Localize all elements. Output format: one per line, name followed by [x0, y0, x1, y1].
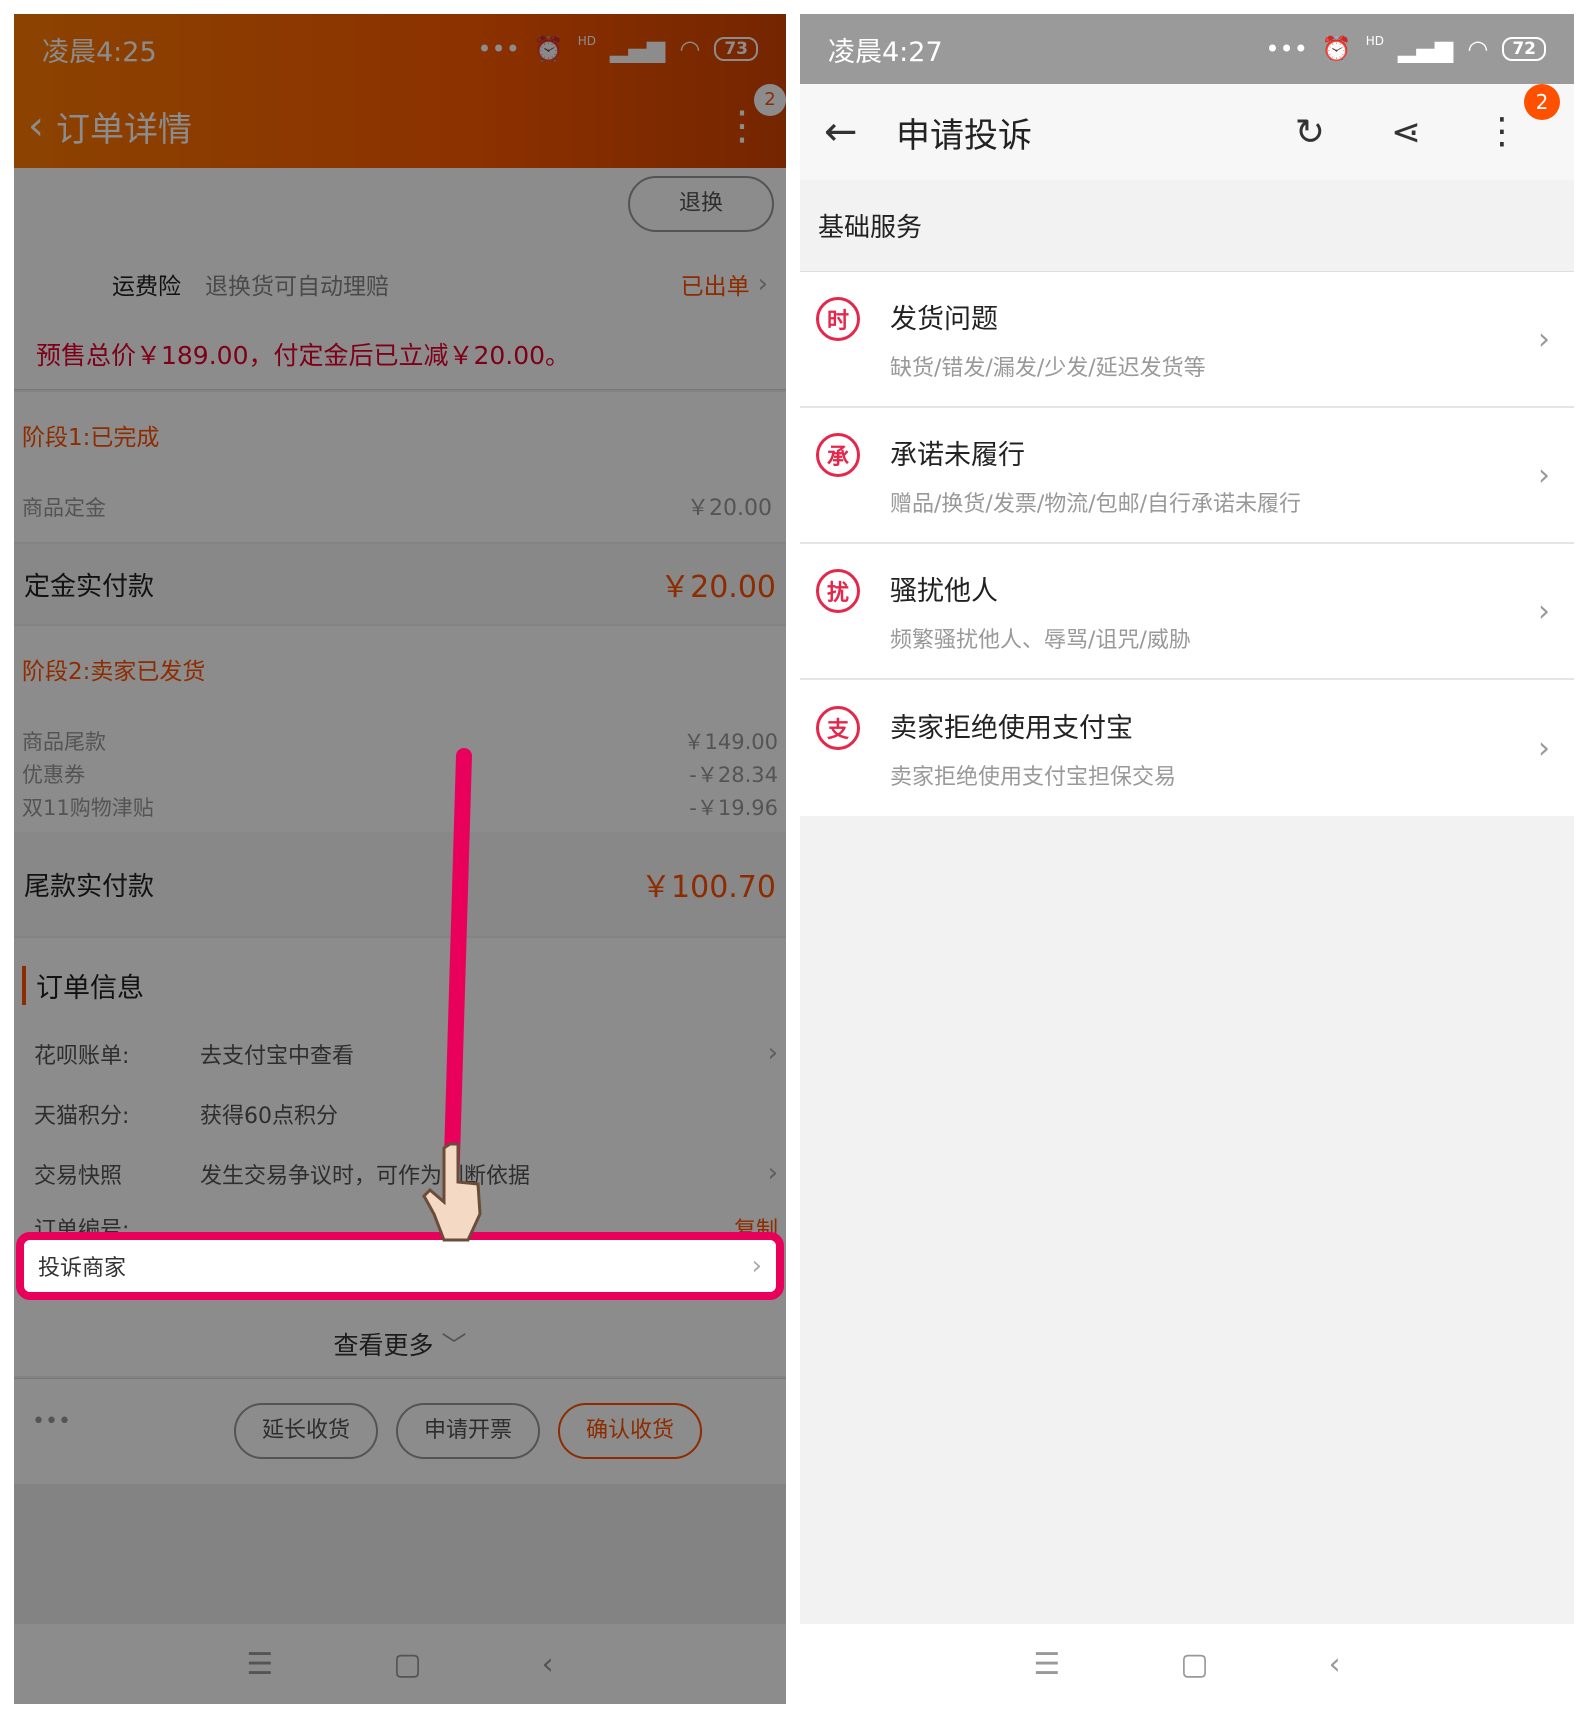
complaint-type-list: 时 发货问题 缺货/错发/漏发/少发/延迟发货等 › 承 承诺未履行 赠品/换货… [800, 272, 1574, 816]
alarm-icon: ⏰ [1321, 35, 1352, 63]
title-bar: ← 申请投诉 ↻ ⋖ ⋮ 2 [800, 84, 1574, 180]
item-desc: 缺货/错发/漏发/少发/延迟发货等 [890, 355, 1206, 381]
order-detail-screen: 凌晨4:25 ••• ⏰ HD ▂▄▆ ◠ 73 ‹ 订单详情 ⋮ 2 退换 运… [14, 14, 786, 1704]
signal-icon: ▂▄▆ [1398, 35, 1454, 63]
hd-signal-icon: HD [1365, 34, 1384, 48]
status-time: 凌晨4:27 [828, 36, 943, 68]
item-title: 承诺未履行 [890, 439, 1025, 471]
kebab-icon: ⋮ [1484, 111, 1520, 152]
harass-badge-icon: 扰 [816, 569, 860, 613]
back-arrow-icon[interactable]: ← [824, 109, 896, 155]
item-desc: 频繁骚扰他人、辱骂/诅咒/威胁 [890, 627, 1191, 653]
refresh-icon[interactable]: ↻ [1262, 112, 1358, 153]
time-badge-icon: 时 [816, 297, 860, 341]
section-title: 基础服务 [800, 180, 1574, 272]
more-dots-icon: ••• [1265, 35, 1308, 63]
complaint-screen: 凌晨4:27 ••• ⏰ HD ▂▄▆ ◠ 72 ← 申请投诉 ↻ ⋖ ⋮ 2 … [800, 14, 1574, 1704]
list-item[interactable]: 扰 骚扰他人 频繁骚扰他人、辱骂/诅咒/威胁 › [800, 544, 1574, 680]
system-nav-bar: ☰ ▢ ‹ [800, 1624, 1574, 1704]
wifi-icon: ◠ [1467, 35, 1489, 63]
chevron-right-icon: › [1538, 593, 1550, 629]
list-item[interactable]: 承 承诺未履行 赠品/换货/发票/物流/包邮/自行承诺未履行 › [800, 408, 1574, 544]
pointer-arrow-icon [422, 748, 482, 1242]
notification-badge: 2 [1524, 84, 1560, 120]
more-menu-button[interactable]: ⋮ 2 [1454, 84, 1560, 152]
alipay-badge-icon: 支 [816, 706, 860, 750]
promise-badge-icon: 承 [816, 433, 860, 477]
menu-icon[interactable]: ☰ [1033, 1647, 1060, 1682]
share-icon[interactable]: ⋖ [1358, 112, 1454, 153]
item-desc: 赠品/换货/发票/物流/包邮/自行承诺未履行 [890, 491, 1302, 517]
page-title: 申请投诉 [896, 115, 1032, 156]
item-title: 卖家拒绝使用支付宝 [890, 712, 1133, 744]
list-item[interactable]: 时 发货问题 缺货/错发/漏发/少发/延迟发货等 › [800, 272, 1574, 408]
pointing-hand-icon [422, 1142, 482, 1242]
battery-icon: 72 [1502, 37, 1546, 61]
list-item[interactable]: 支 卖家拒绝使用支付宝 卖家拒绝使用支付宝担保交易 › [800, 680, 1574, 816]
item-title: 发货问题 [890, 303, 998, 335]
item-desc: 卖家拒绝使用支付宝担保交易 [890, 764, 1177, 790]
back-icon[interactable]: ‹ [1329, 1647, 1341, 1682]
item-title: 骚扰他人 [890, 575, 998, 607]
chevron-right-icon: › [1538, 321, 1550, 357]
home-icon[interactable]: ▢ [1180, 1647, 1208, 1682]
status-bar: 凌晨4:27 ••• ⏰ HD ▂▄▆ ◠ 72 [800, 14, 1574, 84]
chevron-right-icon: › [1538, 457, 1550, 493]
chevron-right-icon: › [1538, 730, 1550, 766]
